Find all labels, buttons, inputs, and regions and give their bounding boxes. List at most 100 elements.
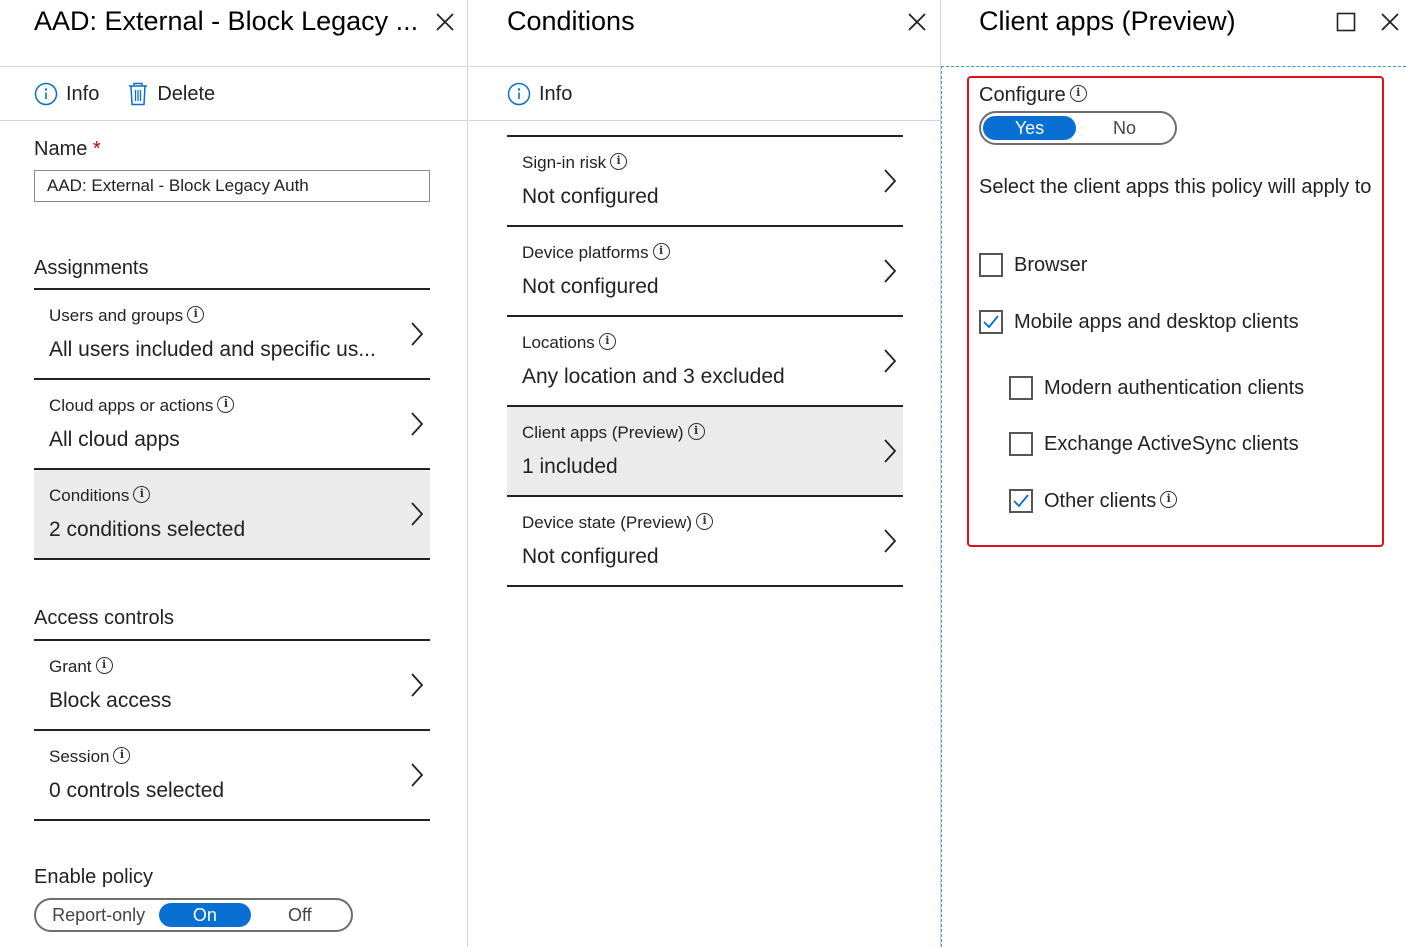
checkbox-box[interactable] (1009, 489, 1033, 513)
item-label: Cloud apps or actions i (49, 396, 235, 416)
chevron-right-icon (883, 528, 897, 554)
conditions-blade-title: Conditions (507, 6, 635, 36)
yes-option[interactable]: Yes (983, 116, 1077, 140)
checkbox-box[interactable] (1009, 432, 1033, 456)
info-button[interactable]: Info (507, 82, 572, 106)
info-icon (507, 82, 531, 106)
no-option[interactable]: No (1076, 116, 1173, 140)
checkmark-icon (983, 315, 999, 329)
checkmark-icon (1013, 494, 1029, 508)
delete-button-label: Delete (157, 82, 216, 105)
info-icon[interactable]: i (1069, 85, 1087, 103)
item-label: Conditions i (49, 486, 151, 506)
configure-label: Configure i (979, 84, 1087, 107)
session-item[interactable]: Session i 0 controls selected (34, 731, 430, 821)
conditions-blade: Conditions Info Sign-in risk i Not config… (469, 0, 941, 947)
assignments-list: Users and groups i All users included and… (34, 288, 430, 560)
info-icon[interactable]: i (610, 153, 628, 171)
sign-in-risk-item[interactable]: Sign-in risk i Not configured (507, 137, 903, 227)
exchange-activesync-checkbox[interactable]: Exchange ActiveSync clients (1009, 432, 1299, 456)
info-icon[interactable]: i (95, 657, 113, 675)
assignments-heading: Assignments (34, 257, 149, 279)
client-apps-item[interactable]: Client apps (Preview) i 1 included (507, 407, 903, 497)
client-apps-blade-title: Client apps (Preview) (979, 6, 1236, 36)
name-field-label: Name * (34, 138, 101, 161)
checkbox-label: Mobile apps and desktop clients (1014, 310, 1299, 333)
item-label: Device platforms i (522, 243, 670, 263)
access-controls-list: Grant i Block access Session i 0 controls … (34, 639, 430, 821)
trash-icon (129, 82, 148, 106)
device-platforms-item[interactable]: Device platforms i Not configured (507, 227, 903, 317)
info-icon (34, 82, 58, 106)
info-icon[interactable]: i (187, 306, 205, 324)
item-value: Not configured (522, 185, 659, 208)
close-icon[interactable] (905, 10, 929, 34)
focus-outline-top (941, 66, 1406, 67)
info-icon[interactable]: i (217, 396, 235, 414)
item-value: Not configured (522, 275, 659, 298)
item-label: Sign-in risk i (522, 153, 628, 173)
modern-auth-checkbox[interactable]: Modern authentication clients (1009, 376, 1304, 400)
cloud-apps-item[interactable]: Cloud apps or actions i All cloud apps (34, 380, 430, 470)
close-icon[interactable] (433, 10, 457, 34)
conditions-item[interactable]: Conditions i 2 conditions selected (34, 470, 430, 560)
item-label: Device state (Preview) i (522, 513, 714, 533)
checkbox-label: Browser (1014, 253, 1088, 276)
chevron-right-icon (883, 348, 897, 374)
access-controls-heading: Access controls (34, 607, 175, 629)
chevron-right-icon (883, 258, 897, 284)
chevron-right-icon (410, 762, 424, 788)
info-icon[interactable]: i (1160, 490, 1178, 508)
item-label: Grant i (49, 657, 113, 677)
policy-blade-title: AAD: External - Block Legacy ... (34, 6, 419, 36)
info-icon[interactable]: i (133, 486, 151, 504)
item-value: 2 conditions selected (49, 518, 246, 541)
command-bar: Info (507, 80, 600, 108)
checkbox-label: Exchange ActiveSync clients (1044, 432, 1299, 455)
on-option[interactable]: On (159, 903, 251, 927)
chevron-right-icon (410, 411, 424, 437)
conditions-list: Sign-in risk i Not configured Device plat… (507, 135, 903, 587)
chevron-right-icon (410, 321, 424, 347)
checkbox-box[interactable] (979, 310, 1003, 334)
item-value: Not configured (522, 545, 659, 568)
device-state-item[interactable]: Device state (Preview) i Not configured (507, 497, 903, 587)
checkbox-label: Modern authentication clients (1044, 376, 1305, 399)
info-icon[interactable]: i (696, 513, 714, 531)
mobile-desktop-checkbox[interactable]: Mobile apps and desktop clients (979, 310, 1299, 334)
item-label: Session i (49, 747, 131, 767)
maximize-icon[interactable] (1334, 10, 1358, 34)
command-bar: Info Delete (34, 80, 243, 108)
close-icon[interactable] (1378, 10, 1402, 34)
grant-item[interactable]: Grant i Block access (34, 641, 430, 731)
checkbox-box[interactable] (979, 253, 1003, 277)
locations-item[interactable]: Locations i Any location and 3 excluded (507, 317, 903, 407)
other-clients-checkbox[interactable]: Other clients i (1009, 489, 1178, 513)
info-icon[interactable]: i (652, 243, 670, 261)
client-apps-description: Select the client apps this policy will … (979, 176, 1372, 198)
policy-name-input[interactable] (34, 170, 430, 202)
browser-checkbox[interactable]: Browser (979, 253, 1087, 277)
command-bar-divider (469, 120, 940, 121)
checkbox-box[interactable] (1009, 376, 1033, 400)
configure-toggle[interactable]: Yes No (979, 111, 1177, 145)
name-label-text: Name (34, 138, 88, 160)
chevron-right-icon (410, 501, 424, 527)
info-icon[interactable]: i (113, 747, 131, 765)
info-button-label: Info (66, 82, 100, 105)
focus-outline-left (941, 66, 942, 947)
enable-policy-toggle[interactable]: Report-only On Off (34, 898, 353, 932)
header-divider (0, 66, 467, 67)
item-value: Any location and 3 excluded (522, 365, 785, 388)
info-button-label: Info (539, 82, 573, 105)
item-label: Locations i (522, 333, 616, 353)
item-value: 0 controls selected (49, 779, 225, 802)
delete-button[interactable]: Delete (127, 82, 215, 106)
users-and-groups-item[interactable]: Users and groups i All users included and… (34, 290, 430, 380)
info-icon[interactable]: i (598, 333, 616, 351)
report-only-option[interactable]: Report-only (38, 903, 159, 927)
info-icon[interactable]: i (687, 423, 705, 441)
item-value: All users included and specific us... (49, 338, 376, 361)
info-button[interactable]: Info (34, 82, 99, 106)
off-option[interactable]: Off (251, 903, 349, 927)
